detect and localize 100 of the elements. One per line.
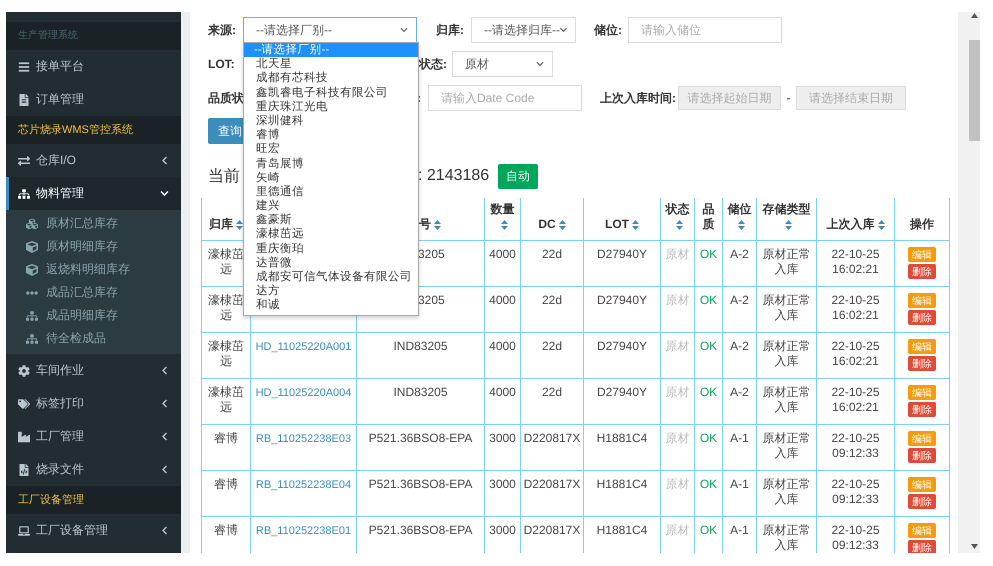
- table-cell: 原材正常入库: [756, 332, 816, 378]
- submenu-item[interactable]: 成品明细库存: [6, 304, 181, 327]
- barcode-link[interactable]: HD_11025220A001: [256, 341, 352, 353]
- sort-icon[interactable]: [632, 220, 639, 230]
- dropdown-option[interactable]: 旺宏: [244, 142, 418, 156]
- table-cell: 22-10-25 16:02:21: [816, 286, 894, 332]
- sort-icon[interactable]: [738, 220, 744, 230]
- sidebar-item[interactable]: 烧录文件: [6, 453, 181, 486]
- dropdown-option[interactable]: 重庆衡珀: [244, 242, 418, 256]
- column-header[interactable]: DC: [520, 198, 584, 240]
- sidebar-section-title: 芯片烧录WMS管控系统: [6, 116, 181, 144]
- hierarchy-icon: [26, 332, 38, 344]
- table-cell: D220817X: [520, 470, 584, 516]
- column-header[interactable]: 数量: [484, 198, 520, 240]
- dropdown-option[interactable]: 重庆珠江光电: [244, 100, 418, 114]
- dropdown-option[interactable]: 北天星: [244, 57, 418, 72]
- column-header[interactable]: 状态: [660, 198, 694, 240]
- barcode-link[interactable]: HD_11025220A004: [256, 387, 352, 399]
- sort-icon[interactable]: [676, 220, 682, 230]
- sort-icon[interactable]: [784, 220, 792, 230]
- cube-icon: [26, 264, 38, 276]
- sidebar-item[interactable]: 工厂管理: [6, 420, 181, 453]
- submenu-item[interactable]: 原材明细库存: [6, 235, 181, 258]
- column-header[interactable]: 储位: [722, 198, 756, 240]
- column-header: 品质: [694, 198, 722, 240]
- dropdown-option[interactable]: 鑫凯睿电子科技有限公司: [244, 86, 418, 100]
- column-header[interactable]: LOT: [584, 198, 660, 240]
- delete-button[interactable]: 删除: [908, 310, 936, 325]
- barcode-link[interactable]: RB_110252238E04: [256, 479, 352, 491]
- chevron-left-icon: [160, 156, 169, 165]
- gear-icon: [18, 364, 30, 376]
- dropdown-option[interactable]: 成都有芯科技: [244, 71, 418, 86]
- delete-button[interactable]: 删除: [908, 356, 936, 371]
- delete-button[interactable]: 删除: [908, 264, 936, 279]
- table-cell: A-2: [722, 286, 756, 332]
- sidebar-item[interactable]: 订单管理: [6, 83, 181, 116]
- sort-icon[interactable]: [558, 220, 566, 230]
- field-label: 储位:: [594, 22, 622, 38]
- delete-button[interactable]: 删除: [908, 402, 936, 417]
- delete-button[interactable]: 删除: [908, 448, 936, 463]
- delete-button[interactable]: 删除: [908, 494, 936, 509]
- cubes-icon: [26, 218, 38, 230]
- column-header[interactable]: 存储类型: [756, 198, 816, 240]
- barcode-link[interactable]: RB_110252238E03: [256, 433, 352, 445]
- laptop-icon: [18, 524, 30, 536]
- sort-icon[interactable]: [434, 220, 441, 230]
- sidebar-item[interactable]: 车间作业: [6, 354, 181, 387]
- barcode-link[interactable]: RB_110252238E01: [256, 525, 352, 537]
- datecode-input[interactable]: 请输入Date Code: [428, 85, 582, 111]
- dropdown-option[interactable]: 深圳健科: [244, 114, 418, 128]
- dropdown-option[interactable]: 睿博: [244, 128, 418, 142]
- table-cell: IND83205: [356, 332, 484, 378]
- sort-icon[interactable]: [878, 220, 884, 230]
- chevron-left-icon: [160, 399, 169, 408]
- dropdown-option[interactable]: 鑫豪斯: [244, 213, 418, 228]
- scroll-thumb[interactable]: [969, 40, 980, 141]
- table-cell: 3000: [484, 424, 520, 470]
- table-cell: 原材正常入库: [756, 378, 816, 424]
- table-cell: 原材: [660, 286, 694, 332]
- status-select[interactable]: 原材: [452, 51, 553, 77]
- table-cell: 原材正常入库: [756, 286, 816, 332]
- delete-button[interactable]: 删除: [908, 540, 936, 553]
- sort-icon[interactable]: [500, 220, 508, 230]
- dropdown-option[interactable]: 成都安可信气体设备有限公司: [244, 270, 418, 284]
- sidebar-item[interactable]: 工厂设备管理: [6, 514, 181, 547]
- field-label: 归库:: [436, 22, 464, 38]
- dropdown-option[interactable]: 和诚: [244, 298, 418, 313]
- table-cell: D27940Y: [584, 378, 660, 424]
- range-separator: -: [786, 91, 790, 105]
- dropdown-option[interactable]: 矢崎: [244, 170, 418, 185]
- column-header[interactable]: 上次入库: [816, 198, 894, 240]
- submenu-item[interactable]: 原材汇总库存: [6, 212, 181, 235]
- table-cell: 22-10-25 09:12:33: [816, 424, 894, 470]
- tag-icon: [18, 398, 30, 410]
- scrollbar[interactable]: [958, 12, 980, 553]
- dropdown-option[interactable]: 达方: [244, 284, 418, 298]
- chevron-down-icon: [160, 189, 169, 198]
- sidebar-item[interactable]: 标签打印: [6, 387, 181, 420]
- table-cell: OK: [694, 424, 722, 470]
- dropdown-option[interactable]: 里德通信: [244, 184, 418, 200]
- dropdown-option[interactable]: 青岛展博: [244, 156, 418, 171]
- table-cell: A-2: [722, 378, 756, 424]
- table-cell: H1881C4: [584, 424, 660, 470]
- sidebar-item[interactable]: 仓库I/O: [6, 144, 181, 177]
- submenu-item[interactable]: 成品汇总库存: [6, 281, 181, 304]
- sidebar-item[interactable]: 物料管理: [6, 177, 181, 210]
- cube-icon: [26, 240, 38, 252]
- table-cell: OK: [694, 286, 722, 332]
- warehouse-select[interactable]: --请选择归库--: [471, 17, 576, 43]
- submenu-item[interactable]: 待全检成品: [6, 327, 181, 350]
- sidebar-item[interactable]: 接单平台: [6, 50, 181, 83]
- location-input[interactable]: 请输入储位: [628, 17, 782, 43]
- dropdown-option[interactable]: 建兴: [244, 199, 418, 214]
- dropdown-option[interactable]: 达普微: [244, 256, 418, 270]
- dropdown-option[interactable]: 濠棣茁远: [244, 227, 418, 242]
- table-cell: 睿博: [202, 516, 250, 553]
- submenu-item[interactable]: 返烧料明细库存: [6, 258, 181, 281]
- hierarchy-icon: [18, 188, 30, 200]
- table-cell: D220817X: [520, 424, 584, 470]
- table-cell: 原材: [660, 332, 694, 378]
